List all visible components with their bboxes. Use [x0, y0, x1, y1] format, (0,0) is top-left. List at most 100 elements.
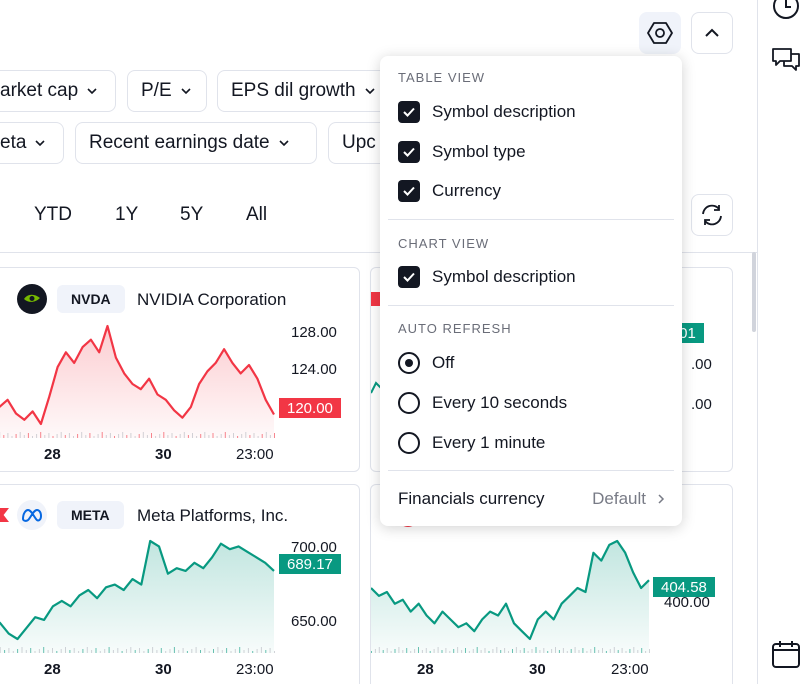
volume-bar [429, 651, 431, 653]
x-tick: 30 [155, 446, 172, 463]
volume-bar [208, 435, 210, 438]
volume-bar [146, 435, 148, 438]
right-toolbar [757, 0, 810, 684]
x-tick: 23:00 [236, 661, 274, 678]
volume-bar [465, 648, 466, 653]
volume-bar [138, 434, 140, 438]
radio[interactable] [398, 432, 420, 454]
filter-recent-earnings-date[interactable]: Recent earnings date [75, 122, 317, 164]
volume-bar [649, 649, 650, 653]
collapse-button[interactable] [691, 12, 733, 54]
volume-bar [56, 651, 58, 653]
option-chart-symbol-description[interactable]: Symbol description [398, 265, 576, 289]
filter-label: eta [0, 132, 27, 153]
volume-bar [488, 651, 490, 653]
volume-bar [104, 649, 106, 653]
option-label: Symbol description [432, 102, 576, 121]
volume-bar [394, 649, 396, 653]
chevron-down-icon [279, 140, 289, 147]
chevron-down-icon [365, 88, 375, 95]
option-refresh-off[interactable]: Off [398, 351, 454, 375]
option-label: Every 1 minute [432, 433, 546, 452]
checkbox-checked[interactable] [398, 266, 420, 288]
price-chart [0, 324, 275, 438]
volume-bar [484, 648, 486, 653]
refresh-button[interactable] [691, 194, 733, 236]
volume-bar [449, 651, 451, 653]
volume-bar [217, 647, 219, 653]
volume-bar [82, 649, 84, 653]
calendar-icon[interactable] [770, 638, 802, 670]
volume-bar [73, 648, 75, 653]
volume-bar [142, 432, 144, 438]
volume-bar [117, 648, 119, 653]
volume-bar [48, 433, 50, 438]
volume-bar [122, 432, 124, 438]
filter-pe[interactable]: P/E [127, 70, 207, 112]
meta-logo-icon [17, 500, 47, 530]
checkbox-checked[interactable] [398, 180, 420, 202]
volume-bar [204, 432, 206, 438]
period-ytd[interactable]: YTD [34, 204, 72, 226]
volume-bar [609, 649, 611, 653]
volume-bar [598, 650, 600, 653]
volume-bar [586, 651, 588, 653]
volume-bar [183, 432, 185, 438]
volume-bar [566, 651, 568, 653]
filter-market-cap[interactable]: arket cap [0, 70, 116, 112]
checkbox-checked[interactable] [398, 141, 420, 163]
option-refresh-1m[interactable]: Every 1 minute [398, 431, 545, 455]
volume-bar [461, 650, 463, 653]
price-chart [0, 539, 275, 653]
volume-bar [52, 648, 53, 653]
volume-bar [398, 647, 400, 653]
volume-bar [167, 435, 169, 438]
scrollbar-thumb[interactable] [752, 252, 756, 332]
option-table-symbol-type[interactable]: Symbol type [398, 140, 526, 164]
card-nvda[interactable]: NVDA NVIDIA Corporation 128.00 124.00 12… [0, 267, 360, 472]
settings-button[interactable] [639, 12, 681, 54]
financials-currency-row[interactable]: Financials currency Default [398, 487, 668, 511]
volume-bar [590, 649, 592, 653]
y-tick: 128.00 [291, 324, 337, 341]
volume-bar [130, 647, 132, 653]
last-price-tag: 689.17 [279, 554, 341, 574]
radio-selected[interactable] [398, 352, 420, 374]
volume-bar [212, 433, 214, 438]
option-table-currency[interactable]: Currency [398, 179, 501, 203]
filter-beta[interactable]: eta [0, 122, 64, 164]
volume-bar [7, 433, 9, 438]
volume-bar [269, 435, 271, 438]
option-table-symbol-description[interactable]: Symbol description [398, 100, 576, 124]
period-1y[interactable]: 1Y [115, 204, 138, 226]
volume-bar [543, 648, 545, 653]
radio[interactable] [398, 392, 420, 414]
period-5y[interactable]: 5Y [180, 204, 203, 226]
period-all[interactable]: All [246, 204, 267, 226]
clock-icon[interactable] [770, 0, 802, 22]
volume-bar [159, 434, 161, 438]
volume-bar [4, 650, 6, 653]
volume-bar [139, 648, 140, 653]
section-title-chart-view: CHART VIEW [398, 236, 490, 251]
chart-area [0, 541, 274, 653]
volume-bar [52, 436, 54, 438]
filter-label: Upc [342, 132, 376, 153]
volume-bar [445, 648, 447, 653]
volume-bar [143, 651, 145, 653]
volume-bar [480, 650, 482, 653]
option-refresh-10s[interactable]: Every 10 seconds [398, 391, 567, 415]
volume-bar [496, 647, 498, 653]
checkbox-checked[interactable] [398, 101, 420, 123]
volume-bar [594, 647, 596, 653]
volume-bar [56, 434, 58, 438]
y-tick: .00 [691, 396, 712, 413]
filter-label: arket cap [0, 80, 79, 101]
card-meta[interactable]: META Meta Platforms, Inc. 700.00 689.17 … [0, 484, 360, 684]
option-label: Off [432, 353, 455, 372]
last-price-tag: 120.00 [279, 398, 341, 418]
refresh-icon [702, 204, 722, 226]
chat-icon[interactable] [770, 44, 802, 76]
volume-bar [441, 650, 443, 653]
volume-bar [165, 651, 167, 653]
